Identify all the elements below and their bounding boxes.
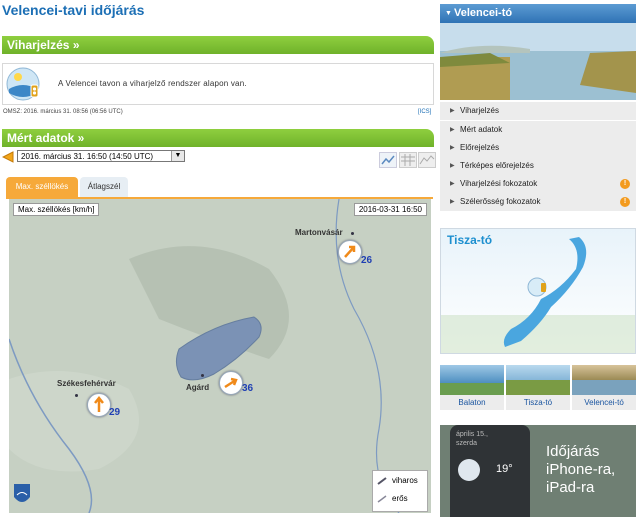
thumb-velence-image	[572, 365, 636, 395]
arrow-right-icon: ▶	[450, 145, 455, 151]
phone-image: április 15., szerda 19°	[450, 425, 530, 517]
ad-line-2: iPhone-ra,	[546, 461, 616, 478]
station-name-agard: Agárd	[186, 383, 210, 392]
sidebar-header[interactable]: ▼ Velencei-tó	[440, 4, 636, 23]
map-parameter-label: Max. széllökés [km/h]	[13, 203, 100, 216]
map-terrain	[9, 199, 431, 513]
sidebar-item-measured-data[interactable]: ▶ Mért adatok	[440, 121, 636, 140]
tisza-lake-map	[441, 237, 635, 353]
table-view-icon[interactable]	[399, 152, 417, 168]
expand-triangle-icon: ▼	[445, 10, 452, 17]
station-value-martonvasar: 26	[361, 255, 373, 266]
ad-line-1: Időjárás	[546, 443, 600, 460]
station-dot	[351, 232, 354, 235]
omsz-logo	[13, 483, 31, 507]
ad-headline: Időjárás iPhone-ra, iPad-ra	[546, 443, 615, 497]
ad-temperature: 19°	[496, 463, 513, 475]
tab-max-gust-label: Max. széllökés	[15, 182, 69, 191]
station-value-szekesfehervar: 29	[109, 407, 121, 418]
lake-warning-icon	[6, 67, 40, 101]
sidebar-item-label: Mért adatok	[460, 125, 503, 134]
sidebar-item-storm-levels[interactable]: ▶ Viharjelzési fokozatok!	[440, 175, 636, 194]
thumb-tisza-image	[506, 365, 570, 395]
arrow-right-icon: ▶	[450, 108, 455, 114]
ad-day: szerda	[456, 440, 478, 447]
ics-link[interactable]: [ICS]	[418, 109, 431, 115]
measured-data-header[interactable]: Mért adatok »	[2, 129, 434, 147]
thumb-balaton-caption: Balaton	[440, 395, 504, 410]
storm-warning-text: A Velencei tavon a viharjelző rendszer a…	[58, 79, 247, 88]
thumb-velence-caption: Velencei-tó	[572, 395, 636, 410]
station-value-agard: 36	[242, 383, 254, 394]
station-dot	[75, 394, 78, 397]
time-select-value: 2016. március 31. 16:50 (14:50 UTC)	[21, 152, 154, 161]
arrow-right-icon: ▶	[450, 127, 455, 133]
sidebar-item-label: Előrejelzés	[460, 143, 500, 152]
page-title: Velencei-tavi időjárás	[2, 2, 145, 18]
chevron-down-icon: ▼	[171, 151, 184, 161]
sidebar-item-storm-warning[interactable]: ▶ Viharjelzés	[440, 102, 636, 121]
measured-data-header-label: Mért adatok »	[7, 131, 85, 145]
sidebar-item-label: Viharjelzés	[460, 106, 499, 115]
wind-arrow-icon[interactable]	[87, 393, 111, 417]
station-name-szekesfehervar: Székesfehérvár	[57, 379, 116, 388]
info-badge-icon: !	[620, 179, 630, 189]
storm-flag-icon	[377, 477, 387, 485]
arrow-right-icon: ▶	[450, 181, 455, 187]
thumb-balaton[interactable]: Balaton	[440, 365, 504, 415]
thumb-tisza[interactable]: Tisza-tó	[506, 365, 570, 415]
legend-strong-label: erős	[392, 494, 408, 503]
lake-photo	[440, 23, 636, 100]
tab-average-wind-label: Átlagszél	[87, 182, 121, 191]
chart-view-icon[interactable]	[418, 152, 436, 168]
tab-average-wind[interactable]: Átlagszél	[80, 177, 128, 197]
tisza-lake-panel[interactable]: Tisza-tó	[440, 228, 636, 354]
ad-line-3: iPad-ra	[546, 479, 595, 496]
warning-source-line: OMSZ: 2016. március 31. 08:56 (06:56 UTC…	[3, 109, 123, 115]
wind-arrow-icon[interactable]	[219, 371, 243, 395]
thumb-tisza-caption: Tisza-tó	[506, 395, 570, 410]
sidebar-item-label: Viharjelzési fokozatok	[460, 179, 538, 188]
station-name-martonvasar: Martonvásár	[295, 228, 343, 237]
sidebar-item-label: Szélerősség fokozatok	[460, 197, 541, 206]
arrow-right-icon: ▶	[450, 163, 455, 169]
thumb-velence[interactable]: Velencei-tó	[572, 365, 636, 415]
strong-wind-flag-icon	[377, 495, 387, 503]
legend-storm-label: viharos	[392, 476, 418, 485]
storm-warning-header-label: Viharjelzés »	[7, 38, 80, 52]
sidebar-item-forecast[interactable]: ▶ Előrejelzés	[440, 139, 636, 158]
sidebar-item-label: Térképes előrejelzés	[460, 161, 534, 170]
map-timestamp: 2016-03-31 16:50	[353, 203, 427, 216]
time-select[interactable]: 2016. március 31. 16:50 (14:50 UTC) ▼	[17, 150, 185, 162]
arrow-right-icon: ▶	[450, 199, 455, 205]
app-ad-banner[interactable]: április 15., szerda 19° Időjárás iPhone-…	[440, 425, 636, 517]
sidebar-item-map-forecast[interactable]: ▶ Térképes előrejelzés	[440, 157, 636, 176]
map-view-icon[interactable]	[379, 152, 397, 168]
wind-arrow-icon[interactable]	[338, 240, 362, 264]
info-badge-icon: !	[620, 197, 630, 207]
station-dot	[201, 374, 204, 377]
sidebar-header-title: Velencei-tó	[454, 7, 513, 19]
sidebar-item-wind-levels[interactable]: ▶ Szélerősség fokozatok!	[440, 193, 636, 212]
tab-max-gust[interactable]: Max. széllökés	[6, 177, 78, 197]
wind-map[interactable]: Max. széllökés [km/h] 2016-03-31 16:50 M…	[9, 199, 431, 513]
weather-icon	[458, 459, 480, 481]
map-legend: viharos erős	[372, 470, 428, 512]
previous-time-arrow-icon[interactable]	[1, 150, 14, 163]
thumb-balaton-image	[440, 365, 504, 395]
storm-warning-header[interactable]: Viharjelzés »	[2, 36, 434, 54]
ad-date: április 15.,	[456, 431, 488, 438]
